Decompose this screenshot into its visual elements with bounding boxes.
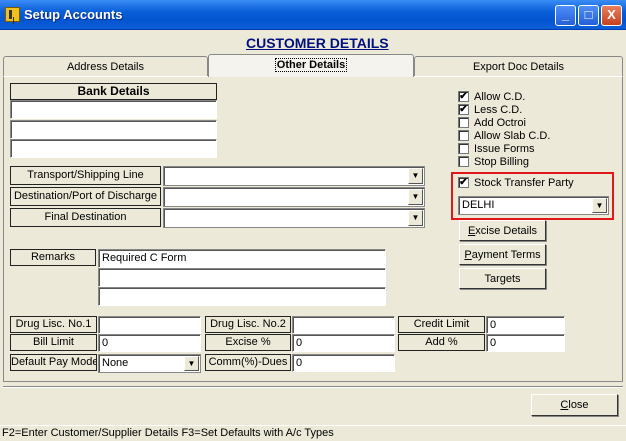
issue-forms-checkbox[interactable]: Issue Forms [458,143,535,156]
pay-mode-select[interactable]: None ▼ [98,354,201,373]
chevron-down-icon[interactable]: ▼ [592,198,607,213]
tab-other-details[interactable]: Other Details [208,54,414,77]
tab-label: Other Details [274,58,348,72]
payment-label: ayment Terms [471,249,541,261]
close-window-button[interactable]: X [601,5,622,26]
credit-limit-label: Credit Limit [398,316,485,333]
excise-percent-input[interactable]: 0 [292,334,395,352]
checkbox-box[interactable] [458,156,469,167]
drug-lisc-2-input[interactable] [292,316,395,334]
transport-select[interactable]: ▼ [163,166,425,186]
final-destination-select[interactable]: ▼ [163,208,425,228]
close-button[interactable]: Close [531,394,618,416]
status-bar: F2=Enter Customer/Supplier Details F3=Se… [0,425,626,440]
checkbox-box[interactable]: ✔ [458,104,469,115]
divider [3,386,623,388]
chevron-down-icon[interactable]: ▼ [184,356,199,371]
remarks-label: Remarks [10,249,96,266]
stop-billing-checkbox[interactable]: Stop Billing [458,156,529,169]
bill-limit-input[interactable]: 0 [98,334,201,352]
bill-limit-label: Bill Limit [10,334,97,351]
app-icon [5,7,20,22]
bank-line-3[interactable] [10,139,217,158]
checkbox-box[interactable] [458,117,469,128]
transport-label: Transport/Shipping Line [10,166,161,185]
setup-accounts-window: Setup Accounts _ □ X CUSTOMER DETAILS Ad… [0,0,626,440]
excise-details-button[interactable]: Excise Details [459,220,546,241]
add-percent-input[interactable]: 0 [486,334,565,352]
checkbox-box[interactable] [458,143,469,154]
stock-transfer-label: Stock Transfer Party [474,177,574,189]
chevron-down-icon[interactable]: ▼ [408,210,423,226]
drug-lisc-2-label: Drug Lisc. No.2 [205,316,291,333]
checkbox-box[interactable] [458,130,469,141]
remarks-line-2[interactable] [98,268,386,287]
remarks-line-1[interactable]: Required C Form [98,249,386,268]
less-cd-checkbox[interactable]: ✔ Less C.D. [458,104,522,117]
destination-label: Destination/Port of Discharge [10,187,161,206]
checkbox-box[interactable]: ✔ [458,91,469,102]
remarks-line-3[interactable] [98,287,386,306]
chevron-down-icon[interactable]: ▼ [408,168,423,184]
drug-lisc-1-input[interactable] [98,316,201,334]
add-octroi-checkbox[interactable]: Add Octroi [458,117,526,130]
stop-billing-label: Stop Billing [474,156,530,168]
maximize-button[interactable]: □ [578,5,599,26]
excise-label: xcise Details [475,225,538,237]
allow-slab-cd-checkbox[interactable]: Allow Slab C.D. [458,130,550,143]
add-octroi-label: Add Octroi [474,117,526,129]
payment-terms-button[interactable]: Payment Terms [459,244,546,265]
allow-cd-checkbox[interactable]: ✔ Allow C.D. [458,91,525,104]
targets-button[interactable]: Targets [459,268,546,289]
minimize-button[interactable]: _ [555,5,576,26]
window-title: Setup Accounts [24,7,123,22]
bank-line-1[interactable] [10,100,217,119]
bank-line-2[interactable] [10,120,217,139]
payment-accesskey: P [464,249,472,261]
comm-dues-label: Comm(%)-Dues [205,354,291,371]
excise-percent-label: Excise % [205,334,291,351]
close-label: lose [568,399,589,411]
stock-transfer-value: DELHI [462,199,495,211]
stock-transfer-select[interactable]: DELHI ▼ [458,196,609,215]
allow-cd-label: Allow C.D. [474,91,526,103]
destination-select[interactable]: ▼ [163,187,425,207]
bank-details-label: Bank Details [10,83,217,100]
title-bar[interactable]: Setup Accounts _ □ X [0,0,626,30]
comm-dues-input[interactable]: 0 [292,354,395,372]
add-percent-label: Add % [398,334,485,351]
issue-forms-label: Issue Forms [474,143,535,155]
pay-mode-value: None [102,357,129,369]
drug-lisc-1-label: Drug Lisc. No.1 [10,316,97,333]
tab-address-details[interactable]: Address Details [3,56,208,76]
allow-slab-cd-label: Allow Slab C.D. [474,130,551,142]
default-pay-mode-label: Default Pay Mode [10,354,97,371]
stock-transfer-checkbox[interactable]: ✔ Stock Transfer Party [458,177,574,190]
credit-limit-input[interactable]: 0 [486,316,565,334]
less-cd-label: Less C.D. [474,104,523,116]
page-title: CUSTOMER DETAILS [246,35,389,51]
checkbox-box[interactable]: ✔ [458,177,469,188]
chevron-down-icon[interactable]: ▼ [408,189,423,205]
tab-export-doc-details[interactable]: Export Doc Details [414,56,623,76]
final-destination-label: Final Destination [10,208,161,227]
